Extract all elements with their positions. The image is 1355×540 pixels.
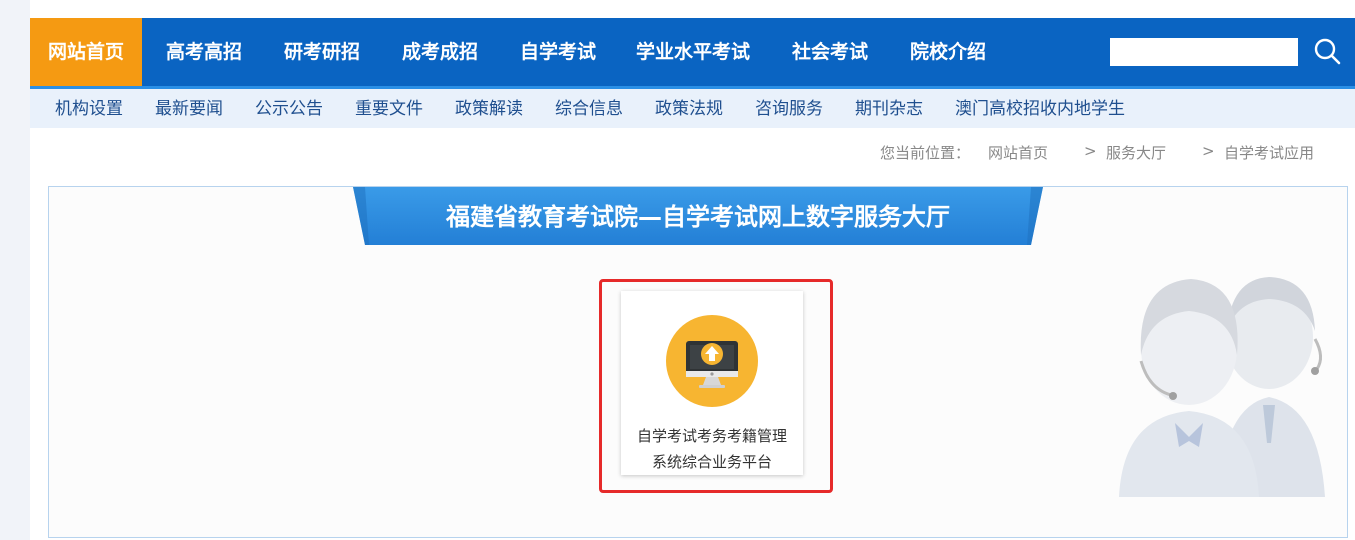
breadcrumb-separator: > [1084,142,1097,160]
subnav-item-zuixin[interactable]: 最新要闻 [155,97,223,121]
subnav-item-qikan[interactable]: 期刊杂志 [855,97,923,121]
panel-banner: 福建省教育考试院—自学考试网上数字服务大厅 [353,187,1043,245]
breadcrumb: 您当前位置： 网站首页 > 服务大厅 > 自学考试应用 [30,142,1355,162]
tile-title-line2: 系统综合业务平台 [651,453,772,471]
nav-zixue[interactable]: 自学考试 [520,18,596,86]
subnav-item-zonghe[interactable]: 综合信息 [555,97,623,121]
customer-service-agents-icon [1119,257,1339,501]
breadcrumb-service-hall[interactable]: 服务大厅 [1106,142,1166,163]
subnav-item-zixun[interactable]: 咨询服务 [755,97,823,121]
breadcrumb-prefix: 您当前位置： [880,144,971,162]
banner-title: 福建省教育考试院—自学考试网上数字服务大厅 [446,203,950,231]
nav-yankao[interactable]: 研考研招 [284,18,360,86]
nav-yuanxiao[interactable]: 院校介绍 [910,18,986,86]
tile-title-line1: 自学考试考务考籍管理 [636,427,787,445]
computer-upload-icon [666,315,758,411]
subnav-item-wenjian[interactable]: 重要文件 [355,97,423,121]
sub-nav: 机构设置 最新要闻 公示公告 重要文件 政策解读 综合信息 政策法规 咨询服务 … [30,86,1355,128]
page: 网站首页 高考高招 研考研招 成考成招 自学考试 学业水平考试 社会考试 院校介… [30,0,1355,540]
service-hall-panel: 福建省教育考试院—自学考试网上数字服务大厅 自学考试考务考籍管理 系统综合业务平… [48,186,1348,538]
top-nav: 网站首页 高考高招 研考研招 成考成招 自学考试 学业水平考试 社会考试 院校介… [30,18,1355,86]
subnav-item-jigou[interactable]: 机构设置 [55,97,123,121]
subnav-item-zhengce-jiedu[interactable]: 政策解读 [455,97,523,121]
nav-xueye[interactable]: 学业水平考试 [636,18,750,86]
nav-home[interactable]: 网站首页 [30,18,142,86]
subnav-item-gongshi[interactable]: 公示公告 [255,97,323,121]
breadcrumb-separator: > [1202,142,1215,160]
nav-gaokao[interactable]: 高考高招 [166,18,242,86]
breadcrumb-home[interactable]: 网站首页 [988,142,1048,163]
breadcrumb-current[interactable]: 自学考试应用 [1224,142,1314,163]
search-icon[interactable] [1312,36,1344,68]
nav-chengkao[interactable]: 成考成招 [402,18,478,86]
service-tile-zixue-kaowu[interactable]: 自学考试考务考籍管理 系统综合业务平台 [621,291,803,475]
nav-shehui[interactable]: 社会考试 [792,18,868,86]
subnav-item-fagui[interactable]: 政策法规 [655,97,723,121]
subnav-item-aomen[interactable]: 澳门高校招收内地学生 [955,97,1125,121]
search-input[interactable] [1110,38,1298,66]
